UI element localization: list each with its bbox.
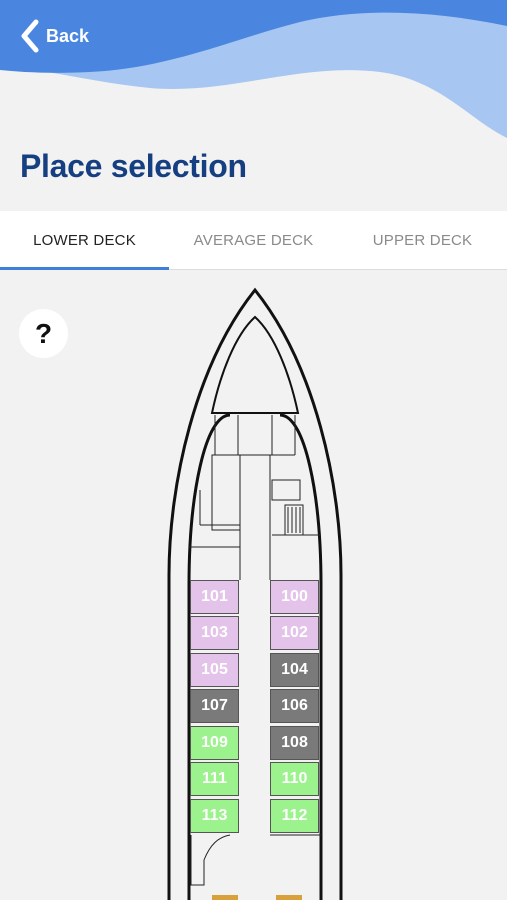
cabin-109[interactable]: 109 [190, 726, 239, 760]
help-button[interactable]: ? [19, 309, 68, 358]
back-button[interactable]: Back [18, 18, 89, 54]
tab-average-deck[interactable]: AVERAGE DECK [169, 211, 338, 269]
deck-tabs: LOWER DECK AVERAGE DECK UPPER DECK [0, 211, 507, 270]
cabin-107[interactable]: 107 [190, 689, 239, 723]
page-title: Place selection [20, 148, 247, 184]
ship-deck-plan: 101 100 103 102 105 104 107 106 109 108 … [160, 285, 350, 900]
cabin-113[interactable]: 113 [190, 799, 239, 833]
chevron-left-icon [21, 19, 39, 53]
cabin-104[interactable]: 104 [270, 653, 319, 687]
cabin-103[interactable]: 103 [190, 616, 239, 650]
cabin-111[interactable]: 111 [190, 762, 239, 796]
cabin-112[interactable]: 112 [270, 799, 319, 833]
ship-hull-outline [167, 287, 343, 900]
cabin-101[interactable]: 101 [190, 580, 239, 614]
cabin-100[interactable]: 100 [270, 580, 319, 614]
cabin-105[interactable]: 105 [190, 653, 239, 687]
cabin-102[interactable]: 102 [270, 616, 319, 650]
back-label: Back [46, 25, 90, 46]
cabin-106[interactable]: 106 [270, 689, 319, 723]
cabin-110[interactable]: 110 [270, 762, 319, 796]
cabin-108[interactable]: 108 [270, 726, 319, 760]
tab-upper-deck[interactable]: UPPER DECK [338, 211, 507, 269]
header: Back Place selection [0, 0, 507, 210]
tab-lower-deck[interactable]: LOWER DECK [0, 211, 169, 270]
